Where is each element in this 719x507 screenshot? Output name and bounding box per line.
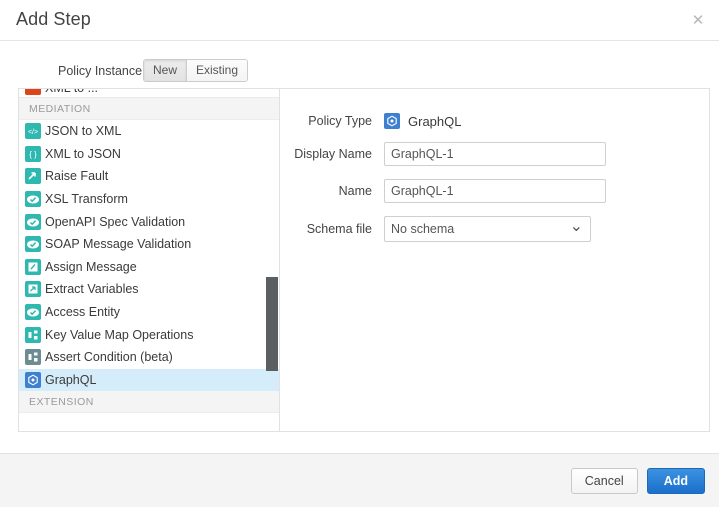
display-name-input[interactable] <box>384 142 606 166</box>
openapi-spec-validation-icon <box>25 214 41 230</box>
name-row: Name <box>280 179 709 203</box>
list-item[interactable]: Extract Variables <box>19 278 279 301</box>
display-name-label: Display Name <box>280 147 384 161</box>
display-name-row: Display Name <box>280 142 709 166</box>
list-item-label: Assert Condition (beta) <box>45 350 173 364</box>
dialog-body-panel: XML to ... MEDIATION </> JSON to XML { }… <box>18 88 710 432</box>
policy-list-scrollbar-thumb[interactable] <box>266 277 278 371</box>
schema-file-select[interactable]: No schema <box>384 216 591 242</box>
name-input[interactable] <box>384 179 606 203</box>
json-to-xml-icon: </> <box>25 123 41 139</box>
list-item-label: XSL Transform <box>45 192 128 206</box>
list-item[interactable]: Assign Message <box>19 256 279 279</box>
schema-file-label: Schema file <box>280 222 384 236</box>
footer-buttons: Cancel Add <box>571 468 705 494</box>
policy-list[interactable]: XML to ... MEDIATION </> JSON to XML { }… <box>19 89 280 431</box>
list-item[interactable]: </> JSON to XML <box>19 120 279 143</box>
list-item-label: JSON to XML <box>45 124 121 138</box>
list-item[interactable]: OpenAPI Spec Validation <box>19 210 279 233</box>
list-item-graphql[interactable]: GraphQL <box>19 369 279 392</box>
xsl-transform-icon <box>25 191 41 207</box>
list-item[interactable]: Raise Fault <box>19 165 279 188</box>
assign-message-icon <box>25 259 41 275</box>
raise-fault-icon <box>25 168 41 184</box>
list-item-label: Key Value Map Operations <box>45 328 193 342</box>
key-value-map-operations-icon <box>25 327 41 343</box>
policy-instance-option-new[interactable]: New <box>144 60 187 81</box>
list-item-label: Access Entity <box>45 305 120 319</box>
list-item-label: SOAP Message Validation <box>45 237 191 251</box>
policy-form: Policy Type GraphQL Display Name Name <box>280 89 709 431</box>
policy-type-text: GraphQL <box>408 114 461 129</box>
clipped-list-item[interactable]: XML to ... <box>19 89 279 98</box>
cancel-button[interactable]: Cancel <box>571 468 638 494</box>
xml-to-json-icon: { } <box>25 146 41 162</box>
policy-type-value: GraphQL <box>384 113 461 129</box>
policy-instance-row: Policy Instance <box>0 41 719 88</box>
graphql-icon <box>384 113 400 129</box>
name-label: Name <box>280 184 384 198</box>
policy-type-row: Policy Type GraphQL <box>280 113 709 129</box>
schema-file-row: Schema file No schema ⌄ <box>280 216 709 242</box>
dialog-footer: Cancel Add <box>0 453 719 507</box>
policy-type-label: Policy Type <box>280 114 384 128</box>
list-item[interactable]: Key Value Map Operations <box>19 323 279 346</box>
svg-text:{ }: { } <box>29 150 37 159</box>
close-icon[interactable]: ✕ <box>687 9 709 31</box>
soap-message-validation-icon <box>25 236 41 252</box>
list-item-label: OpenAPI Spec Validation <box>45 215 185 229</box>
add-step-dialog: Add Step ✕ Policy Instance New Existing … <box>0 0 719 507</box>
extract-variables-icon <box>25 281 41 297</box>
list-item[interactable]: XSL Transform <box>19 188 279 211</box>
list-item-label: Extract Variables <box>45 282 139 296</box>
svg-text:</>: </> <box>28 129 38 136</box>
policy-instance-toggle[interactable]: New Existing <box>143 59 248 82</box>
schema-file-select-wrap[interactable]: No schema ⌄ <box>384 216 591 242</box>
list-item-label: Assign Message <box>45 260 137 274</box>
list-item[interactable]: Assert Condition (beta) <box>19 346 279 369</box>
list-item[interactable]: Access Entity <box>19 301 279 324</box>
dialog-title: Add Step <box>16 9 91 30</box>
list-item-label: Raise Fault <box>45 169 108 183</box>
dialog-header: Add Step ✕ <box>0 0 719 41</box>
assert-condition-icon <box>25 349 41 365</box>
group-header-extension: EXTENSION <box>19 391 279 413</box>
policy-instance-option-existing[interactable]: Existing <box>187 60 247 81</box>
clipped-list-item-label: XML to ... <box>45 89 98 95</box>
list-item-label: GraphQL <box>45 373 96 387</box>
list-item[interactable]: SOAP Message Validation <box>19 233 279 256</box>
policy-list-scrollbar[interactable] <box>266 89 279 431</box>
add-button[interactable]: Add <box>647 468 705 494</box>
access-entity-icon <box>25 304 41 320</box>
graphql-icon <box>25 372 41 388</box>
list-item[interactable]: { } XML to JSON <box>19 143 279 166</box>
xml-icon <box>25 89 41 95</box>
group-header-mediation: MEDIATION <box>19 98 279 120</box>
policy-instance-label: Policy Instance <box>58 64 142 78</box>
list-item-label: XML to JSON <box>45 147 121 161</box>
